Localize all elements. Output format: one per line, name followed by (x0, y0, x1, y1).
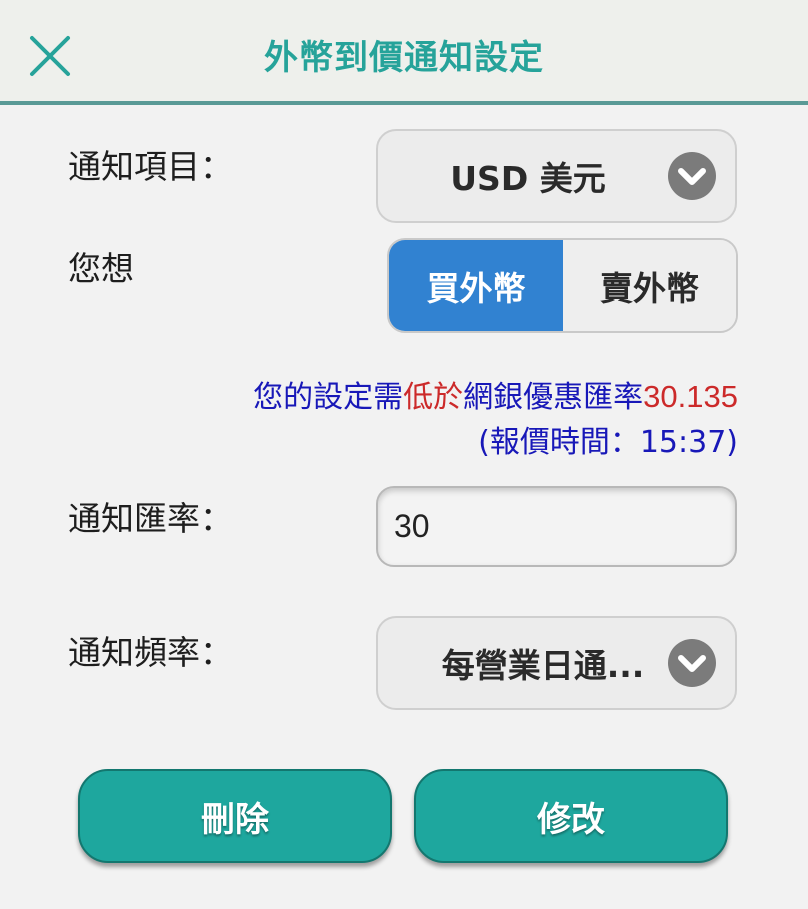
currency-select[interactable]: USD 美元 (376, 129, 737, 223)
sell-foreign-currency-option[interactable]: 賣外幣 (563, 240, 736, 331)
rate-hint-rate: 30.135 (643, 379, 738, 414)
notify-rate-input[interactable] (376, 486, 737, 567)
frequency-select-value: 每營業日通... (441, 646, 645, 685)
chevron-down-icon[interactable] (668, 152, 716, 200)
quote-time: (報價時間：15:37) (478, 425, 738, 460)
buy-foreign-currency-option[interactable]: 買外幣 (389, 240, 563, 331)
rate-hint: 您的設定需低於網銀優惠匯率30.135 (253, 372, 738, 416)
notify-frequency-label: 通知頻率： (68, 633, 233, 672)
page-title: 外幣到價通知設定 (264, 38, 544, 78)
currency-select-value: USD 美元 (450, 159, 606, 198)
rate-hint-prefix: 您的設定需 (253, 380, 404, 415)
direction-label: 您想 (68, 249, 134, 288)
edit-button[interactable]: 修改 (414, 769, 728, 863)
rate-hint-condition: 低於 (403, 380, 464, 415)
direction-toggle: 買外幣 賣外幣 (387, 238, 738, 333)
chevron-down-icon[interactable] (668, 639, 716, 687)
delete-button[interactable]: 刪除 (78, 769, 392, 863)
notify-item-label: 通知項目： (68, 147, 233, 186)
header-bar: 外幣到價通知設定 (0, 0, 808, 105)
notify-rate-label: 通知匯率： (68, 499, 233, 538)
frequency-select[interactable]: 每營業日通... (376, 616, 737, 710)
rate-hint-middle: 網銀優惠匯率 (463, 380, 644, 415)
